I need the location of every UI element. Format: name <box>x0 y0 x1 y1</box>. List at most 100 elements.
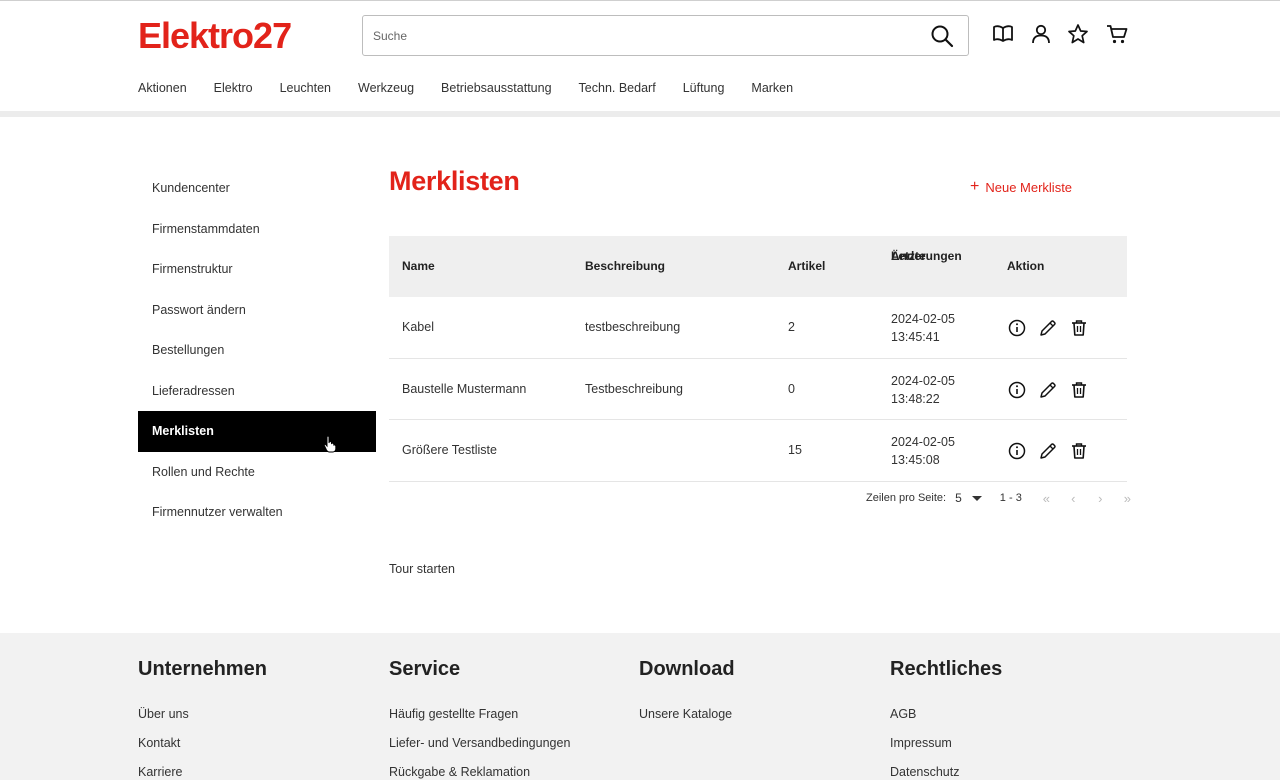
row-last-changed: 2024-02-05 13:48:22 <box>891 372 955 408</box>
sidebar-item-label: Firmennutzer verwalten <box>152 505 283 520</box>
next-page-button[interactable]: › <box>1094 491 1107 506</box>
row-date: 2024-02-05 <box>891 373 955 388</box>
nav-item-leuchten[interactable]: Leuchten <box>280 81 331 99</box>
nav-item-marken[interactable]: Marken <box>751 81 793 99</box>
sidebar-item-rollen[interactable]: Rollen und Rechte <box>138 452 376 493</box>
row-last-changed: 2024-02-05 13:45:08 <box>891 433 955 469</box>
row-artikel: 2 <box>788 320 795 334</box>
footer-link-karriere[interactable]: Karriere <box>138 765 267 780</box>
footer-link-datenschutz[interactable]: Datenschutz <box>890 765 1002 780</box>
row-date: 2024-02-05 <box>891 312 955 326</box>
row-name: Kabel <box>402 320 434 334</box>
header-divider <box>0 111 1280 117</box>
pagination: Zeilen pro Seite: 5 1 - 3 « ‹ › » <box>866 490 1134 506</box>
footer-link-ueber-uns[interactable]: Über uns <box>138 707 267 736</box>
sidebar-item-label: Firmenstruktur <box>152 262 233 277</box>
edit-icon[interactable] <box>1038 441 1058 461</box>
delete-icon[interactable] <box>1069 380 1089 400</box>
row-time: 13:45:08 <box>891 453 940 468</box>
footer-column-unternehmen: Unternehmen Über uns Kontakt Karriere <box>138 658 267 780</box>
plus-icon: + <box>970 178 980 195</box>
sidebar-item-firmenstammdaten[interactable]: Firmenstammdaten <box>138 209 376 250</box>
row-description: testbeschreibung <box>585 320 681 334</box>
sidebar-item-passwort[interactable]: Passwort ändern <box>138 290 376 331</box>
prev-page-button[interactable]: ‹ <box>1067 491 1080 506</box>
book-icon[interactable] <box>992 23 1014 45</box>
row-artikel: 0 <box>788 381 795 396</box>
footer-heading: Rechtliches <box>890 658 1003 680</box>
user-icon[interactable] <box>1030 23 1052 45</box>
account-sidebar: Kundencenter Firmenstammdaten Firmenstru… <box>138 168 376 533</box>
delete-icon[interactable] <box>1069 441 1089 461</box>
nav-item-techn-bedarf[interactable]: Techn. Bedarf <box>579 81 656 99</box>
cart-icon[interactable] <box>1106 23 1128 45</box>
nav-item-aktionen[interactable]: Aktionen <box>138 81 187 99</box>
tour-start-link[interactable]: Tour starten <box>389 562 455 576</box>
page-range: 1 - 3 <box>999 492 1022 504</box>
row-time: 13:45:41 <box>891 330 940 344</box>
new-list-button[interactable]: + Neue Merkliste <box>970 179 1072 195</box>
rows-per-page-select[interactable]: 5 <box>955 491 984 505</box>
sidebar-item-label: Passwort ändern <box>152 302 246 317</box>
row-time: 13:48:22 <box>891 391 940 406</box>
footer-link-kontakt[interactable]: Kontakt <box>138 736 267 765</box>
footer-column-download: Download Unsere Kataloge <box>639 658 735 736</box>
nav-item-elektro[interactable]: Elektro <box>214 81 253 99</box>
svg-text:Elektro27: Elektro27 <box>138 18 291 52</box>
footer-column-rechtliches: Rechtliches AGB Impressum Datenschutz <box>890 658 1002 780</box>
footer-column-service: Service Häufig gestellte Fragen Liefer- … <box>389 658 570 780</box>
brand-logo[interactable]: Elektro27 <box>138 18 350 52</box>
footer-link-impressum[interactable]: Impressum <box>890 736 1002 765</box>
sidebar-item-firmenstruktur[interactable]: Firmenstruktur <box>138 249 376 290</box>
table-header: Name Beschreibung Artikel Letzte Änderun… <box>389 236 1127 297</box>
nav-item-lueftung[interactable]: Lüftung <box>683 81 725 99</box>
sidebar-item-lieferadressen[interactable]: Lieferadressen <box>138 371 376 412</box>
row-actions <box>1007 441 1089 461</box>
info-icon[interactable] <box>1007 380 1027 400</box>
footer-heading: Unternehmen <box>138 658 267 680</box>
info-icon[interactable] <box>1007 318 1027 338</box>
sidebar-item-kundencenter[interactable]: Kundencenter <box>138 168 376 209</box>
new-list-label: Neue Merkliste <box>985 179 1073 195</box>
header-artikel: Artikel <box>788 259 826 273</box>
nav-item-betriebsausstattung[interactable]: Betriebsausstattung <box>441 81 552 99</box>
search-input[interactable] <box>373 16 913 55</box>
header-last-changed-line2: Änderungen <box>891 249 962 263</box>
page-title: Merklisten <box>389 166 520 196</box>
edit-icon[interactable] <box>1038 318 1058 338</box>
footer-link-versand[interactable]: Liefer- und Versandbedingungen <box>389 736 570 765</box>
footer-heading: Download <box>639 658 735 680</box>
sidebar-item-firmennutzer[interactable]: Firmennutzer verwalten <box>138 492 376 533</box>
footer-link-kataloge[interactable]: Unsere Kataloge <box>639 707 735 736</box>
footer-link-rueckgabe[interactable]: Rückgabe & Reklamation <box>389 765 570 780</box>
last-page-button[interactable]: » <box>1121 491 1134 506</box>
table-row[interactable]: Baustelle Mustermann Testbeschreibung 0 … <box>389 359 1127 421</box>
first-page-button[interactable]: « <box>1040 491 1053 506</box>
sidebar-item-label: Lieferadressen <box>152 383 235 398</box>
sidebar-item-merklisten[interactable]: Merklisten <box>138 411 376 453</box>
delete-icon[interactable] <box>1069 318 1089 338</box>
row-actions <box>1007 318 1089 338</box>
footer-link-faq[interactable]: Häufig gestellte Fragen <box>389 707 570 736</box>
row-name: Größere Testliste <box>402 443 497 458</box>
search-icon[interactable] <box>930 24 954 48</box>
info-icon[interactable] <box>1007 441 1027 461</box>
wishlist-table: Name Beschreibung Artikel Letzte Änderun… <box>389 236 1127 483</box>
sidebar-item-label: Merklisten <box>152 424 214 439</box>
caret-down-icon <box>971 496 982 501</box>
row-date: 2024-02-05 <box>891 435 955 450</box>
rows-per-page-value: 5 <box>955 491 962 505</box>
edit-icon[interactable] <box>1038 380 1058 400</box>
sidebar-item-bestellungen[interactable]: Bestellungen <box>138 330 376 371</box>
nav-item-werkzeug[interactable]: Werkzeug <box>358 81 414 99</box>
table-row[interactable]: Kabel testbeschreibung 2 2024-02-05 13:4… <box>389 297 1127 359</box>
sidebar-item-label: Kundencenter <box>152 181 230 196</box>
sidebar-item-label: Rollen und Rechte <box>152 464 255 479</box>
page-nav: « ‹ › » <box>1040 491 1134 506</box>
header: Elektro27 Aktionen Elektro Leuchten Werk… <box>0 1 1280 111</box>
table-row[interactable]: Größere Testliste 15 2024-02-05 13:45:08 <box>389 420 1127 483</box>
star-icon[interactable] <box>1067 23 1089 45</box>
footer-link-agb[interactable]: AGB <box>890 707 1002 736</box>
sidebar-item-label: Firmenstammdaten <box>152 221 260 236</box>
main-nav: Aktionen Elektro Leuchten Werkzeug Betri… <box>138 81 820 99</box>
